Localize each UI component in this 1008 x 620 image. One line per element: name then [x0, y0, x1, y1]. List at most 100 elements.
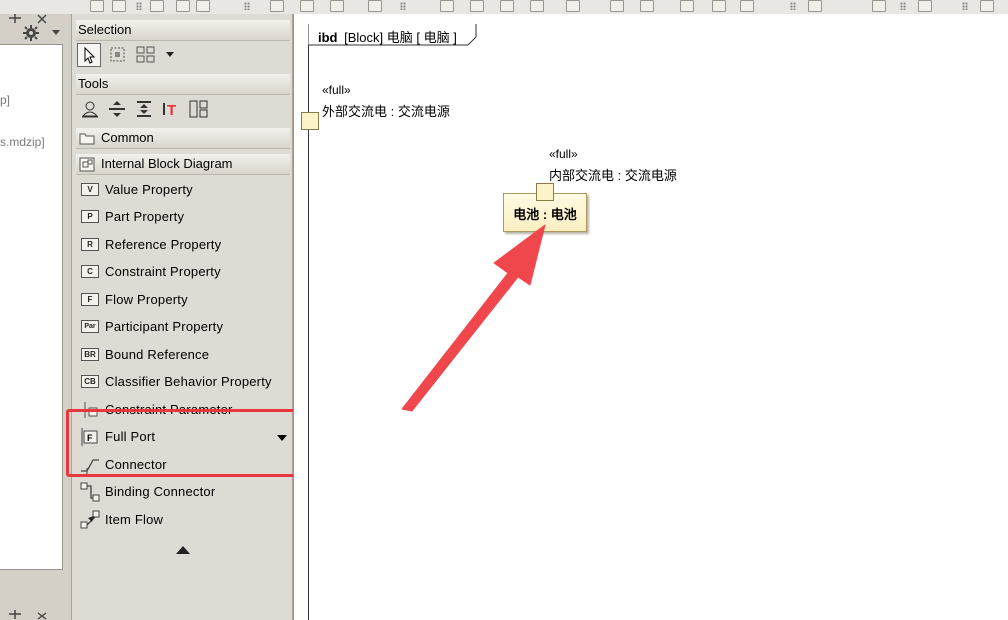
palette-item-classifier-behavior-property[interactable]: CB Classifier Behavior Property	[78, 371, 288, 393]
toolbar-grip-icon	[244, 2, 250, 10]
palette-item-label: Participant Property	[105, 319, 224, 334]
toolbar-button-icon[interactable]	[872, 0, 886, 12]
selection-header-label: Selection	[78, 22, 132, 37]
palette-item-part-property[interactable]: P Part Property	[78, 206, 288, 228]
classifier-behavior-property-icon: CB	[81, 375, 99, 388]
palette-item-label: Flow Property	[105, 292, 188, 307]
palette-item-flow-property[interactable]: F Flow Property	[78, 289, 288, 311]
diagram-title: [Block] 电脑 [ 电脑 ]	[344, 30, 457, 45]
toolbar-button-icon[interactable]	[330, 0, 344, 12]
binding-connector-icon	[80, 482, 100, 502]
chevron-down-icon[interactable]	[52, 30, 60, 36]
toolbar-button-icon[interactable]	[368, 0, 382, 12]
pointer-tool[interactable]	[77, 43, 101, 67]
toolbar-grip-icon	[790, 2, 796, 10]
common-group-header[interactable]: Common	[76, 128, 290, 149]
diagram-frame-border	[308, 44, 309, 620]
part-property-icon: P	[81, 210, 99, 223]
containment-tree[interactable]: p] s.mdzip]	[0, 44, 63, 570]
layout-tool-icon[interactable]	[189, 100, 209, 118]
svg-text:T: T	[167, 102, 176, 118]
palette-item-reference-property[interactable]: R Reference Property	[78, 234, 288, 256]
gear-icon[interactable]	[22, 24, 40, 42]
scroll-up-icon[interactable]	[176, 546, 190, 554]
main-toolbar	[0, 0, 1008, 15]
toolbar-button-icon[interactable]	[470, 0, 484, 12]
internal-port-stereotype: «full»	[549, 147, 578, 161]
diagram-header: ibd [Block] 电脑 [ 电脑 ]	[318, 27, 457, 46]
toolbar-button-icon[interactable]	[980, 0, 994, 12]
diagram-kind: ibd	[318, 30, 338, 45]
ibd-group-label: Internal Block Diagram	[101, 156, 233, 171]
text-tool-icon[interactable]: T	[162, 100, 180, 118]
tree-path-text: s.mdzip]	[0, 135, 45, 149]
toolbar-button-icon[interactable]	[440, 0, 454, 12]
toolbar-button-icon[interactable]	[712, 0, 726, 12]
toolbar-grip-icon	[962, 2, 968, 10]
tools-header-label: Tools	[78, 76, 109, 91]
external-port[interactable]	[301, 112, 319, 130]
ibd-diagram-icon	[79, 157, 95, 172]
toolbar-button-icon[interactable]	[300, 0, 314, 12]
toolbar-button-icon[interactable]	[918, 0, 932, 12]
toolbar-button-icon[interactable]	[500, 0, 514, 12]
palette-item-label: Constraint Property	[105, 264, 221, 279]
internal-port[interactable]	[536, 183, 554, 201]
multi-select-icon[interactable]	[136, 46, 156, 64]
ibd-group-header[interactable]: Internal Block Diagram	[76, 154, 290, 175]
close-icon[interactable]	[37, 14, 47, 24]
palette-item-binding-connector[interactable]: Binding Connector	[78, 481, 288, 503]
value-property-icon: V	[81, 183, 99, 196]
selection-section-header[interactable]: Selection	[76, 20, 290, 41]
toolbar-button-icon[interactable]	[270, 0, 284, 12]
stereotype-tool-icon[interactable]	[81, 100, 99, 118]
palette-item-label: Item Flow	[105, 512, 164, 527]
palette-item-label: Part Property	[105, 209, 185, 224]
arrow-annotation-icon	[401, 224, 546, 412]
resize-tool-icon[interactable]	[135, 100, 153, 118]
toolbar-button-icon[interactable]	[610, 0, 624, 12]
palette-item-label: Reference Property	[105, 237, 222, 252]
participant-property-icon: Par	[81, 320, 99, 333]
palette-item-value-property[interactable]: V Value Property	[78, 179, 288, 201]
external-port-name: 外部交流电 : 交流电源	[322, 104, 450, 119]
tools-section-header[interactable]: Tools	[76, 74, 290, 95]
toolbar-button-icon[interactable]	[530, 0, 544, 12]
toolbar-button-icon[interactable]	[740, 0, 754, 12]
close-icon[interactable]	[37, 612, 47, 620]
toolbar-grip-icon	[900, 2, 906, 10]
toolbar-button-icon[interactable]	[566, 0, 580, 12]
undo-icon[interactable]	[90, 0, 104, 12]
palette-item-bound-reference[interactable]: BR Bound Reference	[78, 344, 288, 366]
palette-item-constraint-property[interactable]: C Constraint Property	[78, 261, 288, 283]
palette-item-participant-property[interactable]: Par Participant Property	[78, 316, 288, 338]
toolbar-button-icon[interactable]	[196, 0, 210, 12]
constraint-property-icon: C	[81, 265, 99, 278]
toolbar-grip-icon	[136, 2, 142, 10]
bound-reference-icon: BR	[81, 348, 99, 361]
toolbar-button-icon[interactable]	[176, 0, 190, 12]
chevron-down-icon[interactable]	[166, 52, 174, 58]
toolbar-button-icon[interactable]	[680, 0, 694, 12]
marquee-select-icon[interactable]	[109, 46, 127, 64]
tree-path-text: p]	[0, 93, 11, 107]
palette-item-label: Bound Reference	[105, 347, 210, 362]
common-group-label: Common	[101, 130, 154, 145]
palette-item-label: Classifier Behavior Property	[105, 374, 272, 389]
toolbar-button-icon[interactable]	[808, 0, 822, 12]
pin-icon[interactable]	[8, 14, 22, 24]
toolbar-button-icon[interactable]	[640, 0, 654, 12]
palette-item-label: Binding Connector	[105, 484, 216, 499]
item-flow-icon	[80, 510, 100, 529]
external-port-stereotype: «full»	[322, 83, 351, 97]
redo-icon[interactable]	[112, 0, 126, 12]
pointer-icon	[84, 46, 96, 64]
palette-item-label: Value Property	[105, 182, 193, 197]
folder-icon	[79, 133, 95, 145]
flow-property-icon: F	[81, 293, 99, 306]
toolbar-button-icon[interactable]	[150, 0, 164, 12]
align-tool-icon[interactable]	[108, 100, 126, 118]
palette-item-item-flow[interactable]: Item Flow	[78, 509, 288, 531]
pin-icon[interactable]	[8, 610, 22, 620]
reference-property-icon: R	[81, 238, 99, 251]
